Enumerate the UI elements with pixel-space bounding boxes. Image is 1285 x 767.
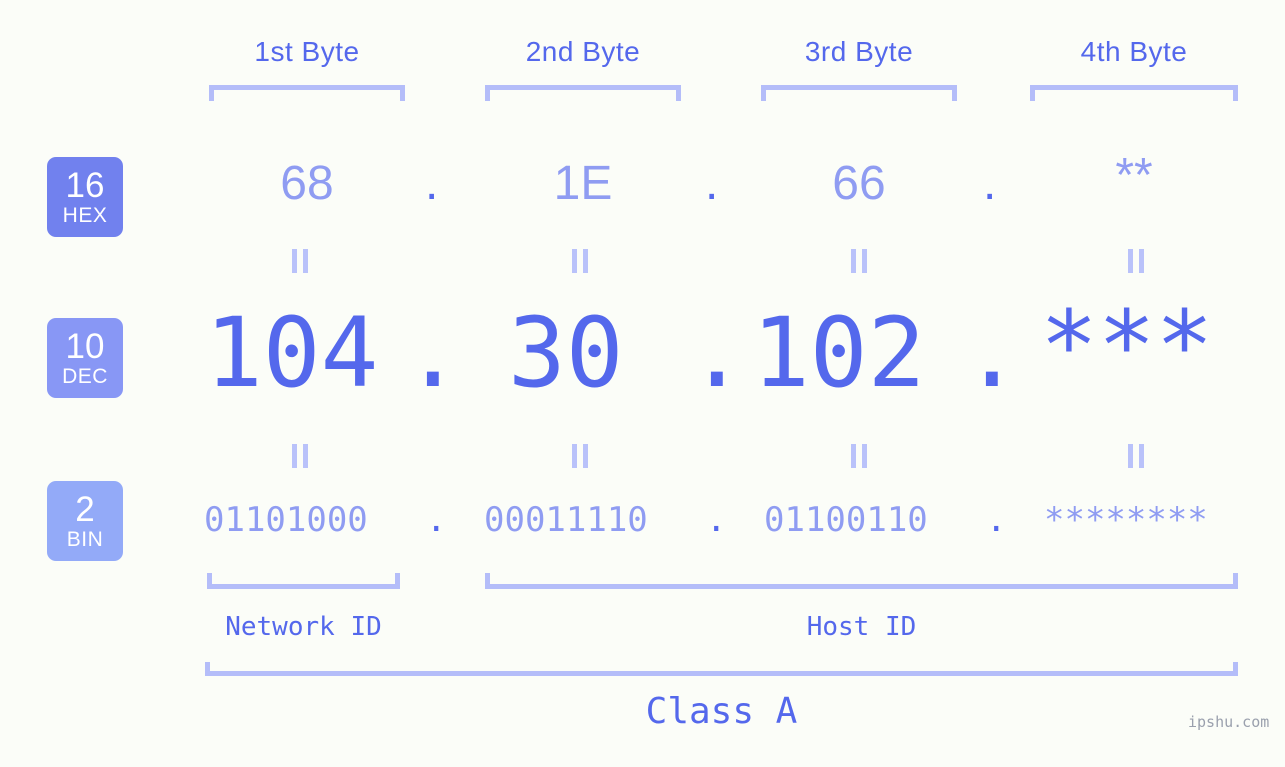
byte-bracket-2 — [485, 85, 681, 101]
equals-icon-hex-dec-1 — [292, 249, 309, 273]
hex-byte-4: ** — [1115, 149, 1153, 202]
dec-separator-2: . — [688, 297, 746, 409]
base-badge-bin-name: BIN — [66, 528, 104, 551]
hex-separator-2: . — [705, 157, 719, 210]
equals-icon-hex-dec-3 — [851, 249, 868, 273]
byte-header-4: 4th Byte — [1080, 36, 1188, 67]
bin-byte-4: ******** — [1044, 500, 1208, 540]
hex-byte-1: 68 — [280, 157, 334, 210]
equals-icon-hex-dec-2 — [572, 249, 589, 273]
hex-byte-2: 1E — [553, 157, 613, 210]
base-badge-hex-name: HEX — [62, 204, 108, 227]
hex-separator-1: . — [425, 157, 439, 210]
base-badge-dec: 10 DEC — [47, 318, 123, 398]
bin-byte-2: 00011110 — [484, 500, 648, 540]
dec-separator-1: . — [404, 297, 462, 409]
site-watermark: ipshu.com — [1188, 713, 1270, 731]
class-bracket — [205, 662, 1238, 676]
bin-separator-3: . — [986, 500, 1007, 540]
network-id-bracket — [207, 573, 400, 589]
bin-byte-1: 01101000 — [204, 500, 368, 540]
class-label: Class A — [645, 691, 798, 732]
dec-byte-3: 102 — [752, 297, 926, 409]
base-badge-dec-number: 10 — [65, 327, 105, 366]
host-id-label: Host ID — [806, 612, 917, 642]
ip-breakdown-diagram: 1st Byte 2nd Byte 3rd Byte 4th Byte 16 H… — [0, 0, 1285, 767]
byte-header-1: 1st Byte — [254, 36, 360, 67]
byte-bracket-3 — [761, 85, 957, 101]
hex-byte-3: 66 — [832, 157, 886, 210]
equals-icon-dec-bin-3 — [851, 444, 868, 468]
bin-separator-2: . — [706, 500, 727, 540]
network-id-label: Network ID — [225, 612, 382, 642]
byte-header-2: 2nd Byte — [525, 36, 641, 67]
dec-byte-2: 30 — [508, 297, 624, 409]
base-badge-dec-name: DEC — [62, 365, 108, 388]
bin-byte-3: 01100110 — [764, 500, 928, 540]
equals-icon-dec-bin-2 — [572, 444, 589, 468]
base-badge-hex: 16 HEX — [47, 157, 123, 237]
byte-bracket-4 — [1030, 85, 1238, 101]
byte-header-3: 3rd Byte — [804, 36, 914, 67]
equals-icon-dec-bin-4 — [1128, 444, 1145, 468]
host-id-bracket — [485, 573, 1238, 589]
base-badge-bin-number: 2 — [75, 490, 95, 529]
dec-byte-4: *** — [1040, 290, 1214, 402]
base-badge-hex-number: 16 — [65, 166, 105, 205]
dec-byte-1: 104 — [205, 297, 379, 409]
hex-separator-3: . — [983, 157, 997, 210]
equals-icon-dec-bin-1 — [292, 444, 309, 468]
dec-separator-3: . — [963, 297, 1021, 409]
equals-icon-hex-dec-4 — [1128, 249, 1145, 273]
byte-bracket-1 — [209, 85, 405, 101]
bin-separator-1: . — [426, 500, 447, 540]
base-badge-bin: 2 BIN — [47, 481, 123, 561]
